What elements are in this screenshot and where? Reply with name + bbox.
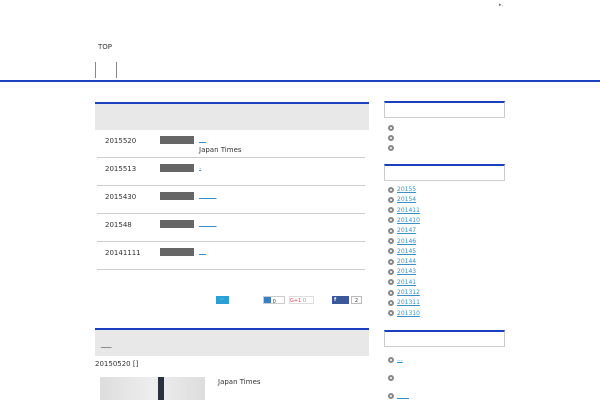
gplus-button[interactable]: G+1 0 xyxy=(289,296,314,304)
archive-link[interactable]: 20144 xyxy=(397,258,416,265)
news-link[interactable]: _____ xyxy=(199,191,217,199)
hatena-icon xyxy=(264,297,271,303)
archive-item[interactable]: 20144 xyxy=(388,258,416,268)
archive-link[interactable]: 20143 xyxy=(397,268,416,275)
news-link[interactable]: . xyxy=(199,163,201,171)
archive-item[interactable]: 20147 xyxy=(388,227,416,237)
news-row: 20141111 __ xyxy=(97,242,365,270)
bullet-icon xyxy=(388,196,394,203)
bullet-icon xyxy=(388,258,394,265)
post-title[interactable]: ___ xyxy=(101,340,112,348)
news-date: 2015513 xyxy=(105,165,137,173)
bullet-icon xyxy=(388,392,394,399)
news-header xyxy=(95,102,369,130)
top-marker: ▸. xyxy=(499,2,504,8)
archive-link[interactable]: 20145 xyxy=(397,248,416,255)
archive-item[interactable]: 20146 xyxy=(388,238,416,248)
bullet-icon xyxy=(388,238,394,244)
nav-divider xyxy=(116,62,117,78)
recent-item[interactable] xyxy=(388,374,397,384)
news-date: 20141111 xyxy=(105,249,141,257)
news-date: 2015430 xyxy=(105,193,137,201)
bullet-icon xyxy=(388,134,394,141)
news-row: 2015520 __ Japan Times xyxy=(97,130,365,158)
bullet-icon xyxy=(388,268,394,275)
hatena-button[interactable]: 0 xyxy=(263,296,285,305)
gplus-label: G+1 xyxy=(290,298,302,304)
archive-item[interactable]: 201410 xyxy=(388,217,420,227)
archive-link[interactable]: 201411 xyxy=(397,207,420,214)
facebook-like-button[interactable]: f xyxy=(332,296,349,304)
archive-item[interactable]: 201310 xyxy=(388,310,420,320)
header-divider xyxy=(0,80,600,82)
bullet-icon xyxy=(388,124,394,131)
bullet-icon xyxy=(388,299,394,306)
archive-link[interactable]: 201410 xyxy=(397,217,420,224)
hatena-count: 0 xyxy=(272,299,276,305)
twitter-share-button[interactable]: 🐦 xyxy=(216,296,229,304)
bullet-icon xyxy=(388,310,394,317)
archives-widget-header xyxy=(384,164,505,181)
bullet-icon xyxy=(388,227,394,234)
archive-item[interactable]: 201311 xyxy=(388,299,420,309)
archive-item[interactable]: 201411 xyxy=(388,207,420,217)
category-label xyxy=(160,248,194,256)
category-label xyxy=(160,136,194,144)
news-link[interactable]: __ xyxy=(199,135,206,143)
news-row: 201548 _____ xyxy=(97,214,365,242)
category-label xyxy=(160,192,194,200)
bullet-icon xyxy=(388,207,394,214)
gplus-count: 0 xyxy=(302,298,307,304)
nav-top-link[interactable]: TOP xyxy=(98,43,112,51)
news-row: 2015513. xyxy=(97,158,365,186)
news-link[interactable]: __ xyxy=(199,247,206,255)
archive-link[interactable]: 20146 xyxy=(397,238,416,245)
archive-link[interactable]: 20155 xyxy=(397,186,416,193)
recent-link[interactable]: ____ xyxy=(397,392,409,399)
bullet-icon xyxy=(388,374,394,381)
archive-link[interactable]: 201312 xyxy=(397,289,420,296)
bullet-icon xyxy=(388,356,394,363)
archive-link[interactable]: 201311 xyxy=(397,299,420,306)
bullet-icon xyxy=(388,186,394,193)
bullet-icon xyxy=(388,217,394,224)
recent-item[interactable]: ... xyxy=(388,356,403,366)
sidebar-list-item[interactable] xyxy=(388,134,397,144)
nav-divider xyxy=(95,62,96,78)
archive-item[interactable]: 20145 xyxy=(388,248,416,258)
category-label xyxy=(160,220,194,228)
bullet-icon xyxy=(388,279,394,286)
category-label xyxy=(160,164,194,172)
recent-link[interactable]: ... xyxy=(397,356,403,363)
news-row: 2015430 _____ xyxy=(97,186,365,214)
post-excerpt: Japan Times xyxy=(218,378,261,386)
archive-link[interactable]: 20141 xyxy=(397,279,416,286)
archive-item[interactable]: 20155 xyxy=(388,186,416,196)
post-header: ___ xyxy=(95,328,369,356)
archive-item[interactable]: 201312 xyxy=(388,289,420,299)
sidebar-widget-header xyxy=(384,101,505,118)
bullet-icon xyxy=(388,289,394,296)
sidebar-list-item[interactable] xyxy=(388,144,397,154)
archive-link[interactable]: 20154 xyxy=(397,196,416,203)
news-link[interactable]: _____ xyxy=(199,219,217,227)
recent-item[interactable]: ____ xyxy=(388,392,409,402)
news-date: 201548 xyxy=(105,221,132,229)
archive-link[interactable]: 20147 xyxy=(397,227,416,234)
archive-link[interactable]: 201310 xyxy=(397,310,420,317)
recent-widget-header xyxy=(384,330,505,347)
archive-item[interactable]: 20143 xyxy=(388,268,416,278)
news-source: Japan Times xyxy=(199,146,242,154)
post-meta: 20150520 [] xyxy=(95,360,139,368)
facebook-count: 2 xyxy=(351,296,362,304)
news-date: 2015520 xyxy=(105,137,137,145)
archive-item[interactable]: 20154 xyxy=(388,196,416,206)
bullet-icon xyxy=(388,144,394,151)
bullet-icon xyxy=(388,248,394,255)
post-thumbnail[interactable] xyxy=(100,377,205,400)
sidebar-list-item[interactable] xyxy=(388,124,397,134)
archive-item[interactable]: 20141 xyxy=(388,279,416,289)
